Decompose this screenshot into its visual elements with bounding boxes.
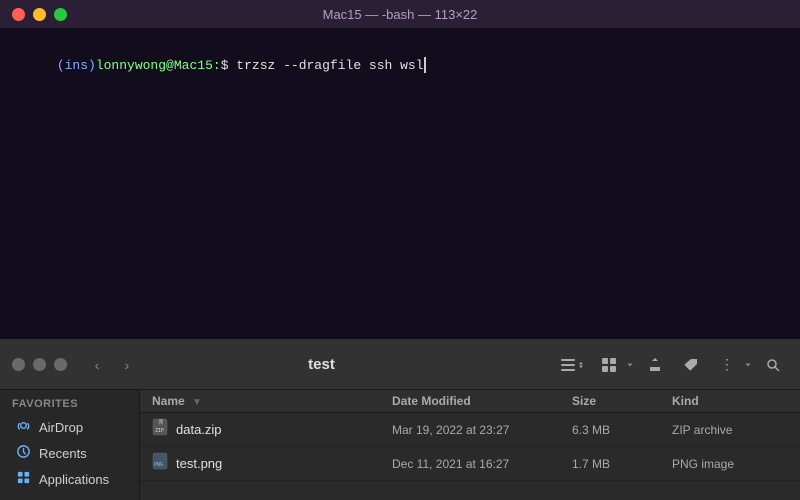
action-dropdown: ⋮ bbox=[712, 352, 752, 378]
file-name-cell-datazip: ZIP data.zip bbox=[152, 418, 392, 441]
terminal-titlebar: Mac15 — -bash — 113×22 bbox=[0, 0, 800, 28]
applications-icon bbox=[16, 470, 31, 488]
prompt-command: trzsz --dragfile ssh wsl bbox=[236, 58, 423, 73]
finder-close-btn[interactable] bbox=[12, 358, 25, 371]
nav-buttons: ‹ › bbox=[83, 353, 141, 377]
finder-maximize-btn[interactable] bbox=[54, 358, 67, 371]
grid-view-icon bbox=[601, 357, 617, 373]
finder-sidebar: Favorites AirDrop Recents bbox=[0, 390, 140, 500]
file-name-testpng: test.png bbox=[176, 456, 222, 471]
terminal-body[interactable]: (ins)lonnywong@Mac15:$ trzsz --dragfile … bbox=[0, 28, 800, 339]
list-view-button[interactable] bbox=[558, 352, 588, 378]
file-kind-datazip: ZIP archive bbox=[672, 423, 788, 437]
finder-content: Favorites AirDrop Recents bbox=[0, 390, 800, 500]
col-name-header: Name ▼ bbox=[152, 394, 392, 408]
dropdown-arrow-icon bbox=[626, 361, 634, 369]
finder-minimize-btn[interactable] bbox=[33, 358, 46, 371]
airdrop-label: AirDrop bbox=[39, 420, 83, 435]
col-kind-header: Kind bbox=[672, 394, 788, 408]
close-button[interactable] bbox=[12, 8, 25, 21]
search-button[interactable] bbox=[758, 352, 788, 378]
action-arrow-icon bbox=[744, 361, 752, 369]
prompt-separator: : bbox=[213, 58, 221, 73]
finder-main: Name ▼ Date Modified Size Kind bbox=[140, 390, 800, 500]
finder-window: ‹ › test bbox=[0, 340, 800, 500]
airdrop-icon bbox=[16, 418, 31, 436]
applications-label: Applications bbox=[39, 472, 109, 487]
png-icon-svg: PNG bbox=[152, 452, 168, 470]
share-button[interactable] bbox=[640, 352, 670, 378]
toolbar-right: ⋮ bbox=[558, 352, 788, 378]
table-row[interactable]: PNG test.png Dec 11, 2021 at 16:27 1.7 M… bbox=[140, 447, 800, 481]
terminal-title: Mac15 — -bash — 113×22 bbox=[323, 7, 478, 22]
terminal-window: Mac15 — -bash — 113×22 (ins)lonnywong@Ma… bbox=[0, 0, 800, 340]
recents-svg bbox=[16, 444, 31, 459]
minimize-button[interactable] bbox=[33, 8, 46, 21]
sort-icon: ▼ bbox=[192, 397, 202, 408]
sidebar-item-applications[interactable]: Applications bbox=[4, 466, 135, 492]
tag-icon bbox=[683, 357, 699, 373]
prompt-dollar: $ bbox=[221, 58, 237, 73]
table-header: Name ▼ Date Modified Size Kind bbox=[140, 390, 800, 413]
favorites-label: Favorites bbox=[0, 398, 139, 414]
share-icon bbox=[647, 357, 663, 373]
file-date-testpng: Dec 11, 2021 at 16:27 bbox=[392, 457, 572, 471]
col-date-header: Date Modified bbox=[392, 394, 572, 408]
zip-icon-svg: ZIP bbox=[152, 418, 168, 436]
tag-button[interactable] bbox=[676, 352, 706, 378]
file-size-testpng: 1.7 MB bbox=[572, 457, 672, 471]
prompt-at: @ bbox=[166, 58, 174, 73]
col-size-header: Size bbox=[572, 394, 672, 408]
finder-titlebar: ‹ › test bbox=[0, 340, 800, 390]
zip-file-icon: ZIP bbox=[152, 418, 168, 441]
prompt-host: Mac15 bbox=[174, 58, 213, 73]
maximize-button[interactable] bbox=[54, 8, 67, 21]
airdrop-svg bbox=[16, 418, 31, 433]
search-icon bbox=[765, 357, 781, 373]
sidebar-item-airdrop[interactable]: AirDrop bbox=[4, 414, 135, 440]
folder-name: test bbox=[153, 356, 490, 373]
file-size-datazip: 6.3 MB bbox=[572, 423, 672, 437]
file-name-datazip: data.zip bbox=[176, 422, 222, 437]
recents-label: Recents bbox=[39, 446, 87, 461]
recents-icon bbox=[16, 444, 31, 462]
file-date-datazip: Mar 19, 2022 at 23:27 bbox=[392, 423, 572, 437]
file-kind-testpng: PNG image bbox=[672, 457, 788, 471]
view-dropdown bbox=[594, 352, 634, 378]
applications-svg bbox=[16, 470, 31, 485]
file-name-cell-testpng: PNG test.png bbox=[152, 452, 392, 475]
prompt-user: lonnywong bbox=[96, 58, 166, 73]
svg-text:PNG: PNG bbox=[154, 462, 163, 468]
back-button[interactable]: ‹ bbox=[83, 353, 111, 377]
action-button[interactable]: ⋮ bbox=[712, 352, 742, 378]
terminal-prompt: (ins)lonnywong@Mac15:$ trzsz --dragfile … bbox=[10, 36, 790, 95]
chevron-updown-icon bbox=[576, 360, 586, 370]
terminal-cursor bbox=[424, 57, 426, 73]
sidebar-item-recents[interactable]: Recents bbox=[4, 440, 135, 466]
window-controls bbox=[12, 8, 67, 21]
finder-controls bbox=[12, 358, 67, 371]
prompt-ins: (ins) bbox=[57, 58, 96, 73]
png-file-icon: PNG bbox=[152, 452, 168, 475]
forward-button[interactable]: › bbox=[113, 353, 141, 377]
list-view-icon bbox=[560, 357, 576, 373]
grid-view-button[interactable] bbox=[594, 352, 624, 378]
table-row[interactable]: ZIP data.zip Mar 19, 2022 at 23:27 6.3 M… bbox=[140, 413, 800, 447]
svg-text:ZIP: ZIP bbox=[155, 428, 164, 434]
